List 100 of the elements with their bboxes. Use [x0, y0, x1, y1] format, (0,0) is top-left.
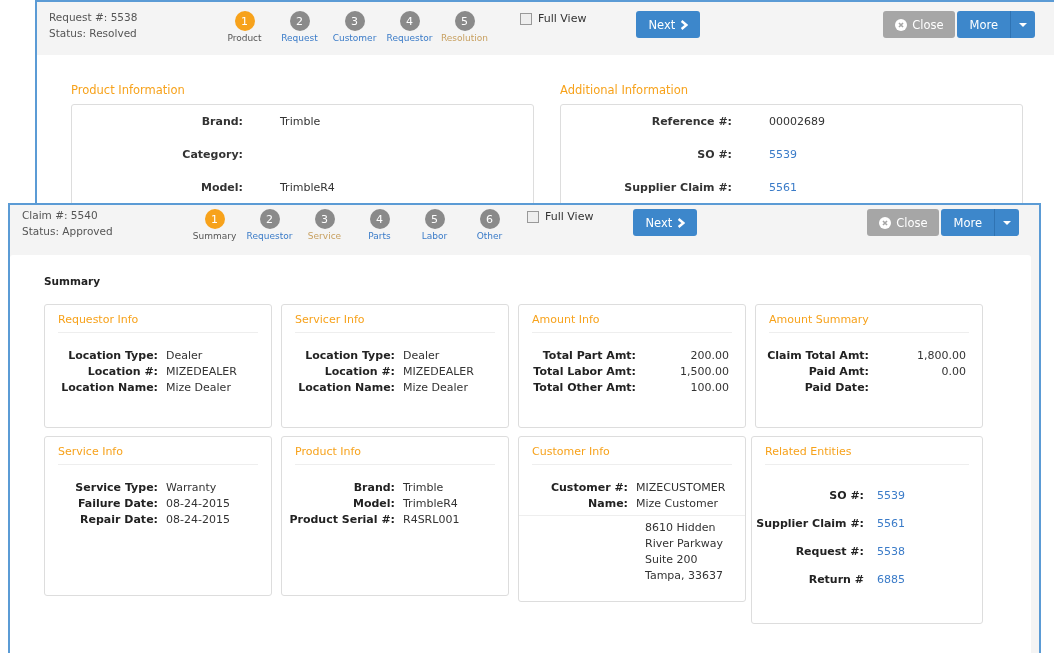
- field-label: Product Serial #:: [288, 512, 395, 528]
- record-status: Status: Approved: [22, 225, 114, 237]
- step-link[interactable]: Summary: [192, 231, 237, 241]
- field-label: SO #:: [697, 148, 732, 162]
- step-number[interactable]: 2: [259, 209, 280, 229]
- step-link[interactable]: Customer: [332, 33, 377, 43]
- step-link[interactable]: Request: [281, 33, 318, 43]
- field-label: Location Name:: [297, 380, 395, 396]
- field-label: SO #:: [828, 488, 864, 504]
- step-link[interactable]: Product: [227, 33, 262, 43]
- field-label: Brand:: [201, 115, 243, 129]
- step-link[interactable]: Requestor: [246, 231, 293, 241]
- field-value: MIZECUSTOMER: [636, 480, 727, 496]
- close-button[interactable]: Close: [867, 209, 940, 236]
- field-value: 200.00: [689, 348, 729, 364]
- field-value: TrimbleR4: [403, 496, 459, 512]
- field-link[interactable]: 5561: [769, 181, 797, 195]
- full-view-label: Full View: [538, 12, 587, 25]
- field-value: Dealer: [166, 348, 204, 364]
- step-number[interactable]: 2: [289, 11, 310, 31]
- field-value: R4SRL001: [403, 512, 461, 528]
- field-value: 1,800.00: [916, 348, 966, 364]
- field-label: Claim Total Amt:: [766, 348, 869, 364]
- step-number[interactable]: 5: [454, 11, 475, 31]
- field-value: 08-24-2015: [166, 512, 231, 528]
- field-label: Reference #:: [651, 115, 732, 129]
- field-link[interactable]: 6885: [877, 573, 905, 587]
- address-line: River Parkway: [645, 536, 724, 552]
- field-label: Failure Date:: [76, 496, 158, 512]
- field-label: Location #:: [86, 364, 158, 380]
- step-number[interactable]: 3: [314, 209, 335, 229]
- next-button[interactable]: Next: [633, 209, 698, 236]
- field-label: Location #:: [323, 364, 395, 380]
- field-label: Supplier Claim #:: [755, 516, 864, 532]
- dropdown-button[interactable]: [994, 209, 1019, 236]
- full-view-checkbox[interactable]: [520, 12, 532, 25]
- step-link[interactable]: Parts: [368, 231, 391, 241]
- card-title: Amount Summary: [769, 313, 969, 333]
- field-value: 0.00: [940, 364, 966, 380]
- step-number[interactable]: 1: [234, 11, 255, 31]
- chevron-icon: [680, 19, 689, 30]
- record-status: Status: Resolved: [49, 27, 138, 39]
- field-link[interactable]: 5539: [769, 148, 797, 162]
- field-label: Paid Date:: [803, 380, 869, 396]
- step-number[interactable]: 5: [424, 209, 445, 229]
- field-link[interactable]: 5561: [877, 517, 905, 531]
- card-title: Amount Info: [532, 313, 732, 333]
- step-link[interactable]: Labor: [421, 231, 448, 241]
- record-number: Claim #: 5540: [22, 209, 99, 221]
- field-value: Trimble: [280, 115, 321, 129]
- step-number[interactable]: 3: [344, 11, 365, 31]
- field-label: Category:: [182, 148, 243, 162]
- field-value: Dealer: [403, 348, 441, 364]
- field-value: 08-24-2015: [166, 496, 231, 512]
- field-label: Total Labor Amt:: [532, 364, 636, 380]
- field-label: Customer #:: [549, 480, 628, 496]
- step-link[interactable]: Service: [307, 231, 342, 241]
- section-title: Additional Information: [560, 83, 689, 97]
- more-button[interactable]: More: [941, 209, 994, 236]
- caret-icon: [1019, 22, 1027, 27]
- next-button[interactable]: Next: [636, 11, 701, 38]
- step-number[interactable]: 1: [204, 209, 225, 229]
- step-number[interactable]: 4: [369, 209, 390, 229]
- close-icon: [879, 216, 892, 229]
- field-value: MIZEDEALER: [403, 364, 475, 380]
- field-value: 1,500.00: [679, 364, 729, 380]
- field-label: Total Part Amt:: [541, 348, 636, 364]
- field-label: Location Type:: [304, 348, 395, 364]
- caret-icon: [1003, 220, 1011, 225]
- step-link[interactable]: Resolution: [441, 33, 488, 43]
- address-line: Suite 200: [645, 552, 699, 568]
- close-button[interactable]: Close: [883, 11, 956, 38]
- step-link[interactable]: Other: [476, 231, 503, 241]
- field-label: Model:: [201, 181, 243, 195]
- more-button[interactable]: More: [957, 11, 1010, 38]
- field-link[interactable]: 5539: [877, 489, 905, 503]
- chevron-icon: [677, 217, 686, 228]
- section-title: Product Information: [71, 83, 186, 97]
- field-label: Name:: [587, 496, 628, 512]
- field-value: TrimbleR4: [280, 181, 335, 195]
- field-label: Location Name:: [60, 380, 158, 396]
- step-number[interactable]: 4: [399, 11, 420, 31]
- field-value: MIZEDEALER: [166, 364, 238, 380]
- card-title: Related Entities: [765, 445, 969, 465]
- field-link[interactable]: 5538: [877, 545, 905, 559]
- address-line: Tampa, 33637: [645, 568, 725, 584]
- close-icon: [895, 18, 908, 31]
- summary-heading: Summary: [44, 275, 102, 287]
- full-view-checkbox[interactable]: [527, 210, 539, 223]
- field-label: Location Type:: [67, 348, 158, 364]
- field-label: Request #:: [794, 544, 864, 560]
- card-title: Customer Info: [532, 445, 732, 465]
- step-number[interactable]: 6: [479, 209, 500, 229]
- field-label: Supplier Claim #:: [624, 181, 732, 195]
- step-link[interactable]: Requestor: [386, 33, 433, 43]
- full-view-label: Full View: [545, 210, 594, 223]
- field-value: Trimble: [403, 480, 445, 496]
- record-number: Request #: 5538: [49, 11, 139, 23]
- field-value: Mize Customer: [636, 496, 720, 512]
- dropdown-button[interactable]: [1010, 11, 1035, 38]
